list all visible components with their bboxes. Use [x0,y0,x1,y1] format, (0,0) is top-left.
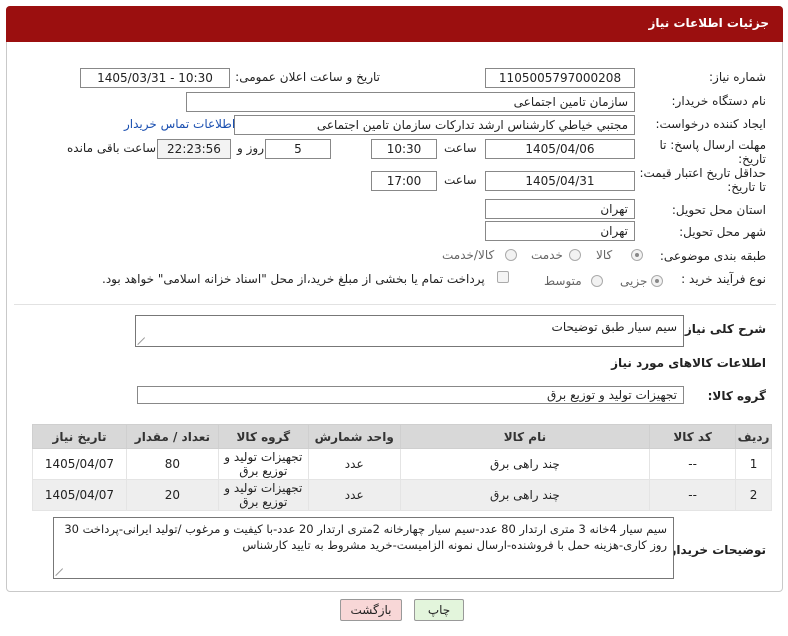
col-row-number: ردیف [735,424,772,449]
goods-group-field: تجهیزات تولید و توزیع برق [137,386,684,404]
days-label: روز و [237,141,264,155]
announce-date-field: 1405/03/31 - 10:30 [80,68,230,88]
deadline-time-field: 10:30 [371,139,437,159]
category-goods-radio[interactable] [631,249,643,261]
back-button[interactable]: بازگشت [340,599,402,621]
print-button[interactable]: چاپ [414,599,464,621]
treasury-payment-checkbox[interactable] [497,271,509,283]
table-row: 2 -- چند راهی برق عدد تجهیزات تولید و توز… [32,479,772,511]
price-validity-label: حداقل تاریخ اعتبار قیمت: [639,166,766,180]
province-label: استان محل تحویل: [671,203,766,217]
category-goods-label: کالا [596,248,613,262]
item-need-date: 1405/04/07 [32,479,127,511]
city-label: شهر محل تحویل: [679,225,766,239]
table-row: 1 -- چند راهی برق عدد تجهیزات تولید و توز… [32,448,772,480]
summary-label: شرح کلی نیاز: [680,322,766,336]
item-name: چند راهی برق [399,448,651,480]
panel-title: جزئیات اطلاعات نیاز [648,16,769,30]
creator-label: ایجاد کننده درخواست: [655,117,766,131]
category-both-radio[interactable] [505,249,517,261]
col-item-code: کد کالا [649,424,737,449]
category-service-radio[interactable] [569,249,581,261]
days-remaining-field: 5 [265,139,331,159]
col-item-group: گروه کالا [217,424,309,449]
goods-table: ردیف کد کالا نام کالا واحد شمارش گروه کا… [32,424,772,511]
panel-header: جزئیات اطلاعات نیاز [6,6,783,42]
item-unit: عدد [307,448,401,480]
process-medium-label: متوسط [544,274,582,288]
row-number: 2 [735,479,772,511]
summary-field: سیم سیار طبق توضیحات [135,315,684,347]
buyer-notes-line2: روز کاری-هزینه حمل با فروشنده-ارسال نمون… [242,538,667,552]
remaining-time-label: ساعت باقی مانده [67,141,157,155]
item-quantity: 20 [125,479,219,511]
item-code: -- [649,448,737,480]
announce-date-label: تاریخ و ساعت اعلان عمومی: [235,70,380,84]
province-field: تهران [485,199,635,219]
treasury-payment-note: پرداخت تمام یا بخشی از مبلغ خرید،از محل … [102,272,485,286]
item-quantity: 80 [125,448,219,480]
item-group: تجهیزات تولید و توزیع برق [217,479,309,511]
col-quantity: تعداد / مقدار [125,424,219,449]
item-group-line1: تجهیزات تولید و [224,450,303,464]
item-group-line1: تجهیزات تولید و [224,481,303,495]
col-item-name: نام کالا [399,424,651,449]
need-number-field: 1105005797000208 [485,68,635,88]
buyer-org-label: نام دستگاه خریدار: [671,94,767,108]
need-number-label: شماره نیاز: [709,70,766,84]
buyer-notes-field: سیم سیار 4خانه 3 متری ارتدار 80 عدد-سیم … [53,517,674,579]
remaining-time-field: 22:23:56 [157,139,231,159]
city-field: تهران [485,221,635,241]
category-both-label: کالا/خدمت [442,248,495,262]
creator-field: مجتبي خياطي كارشناس ارشد تداركات سازمان … [234,115,635,135]
goods-section-title: اطلاعات کالاهای مورد نیاز [611,356,766,370]
buyer-notes-label: توضیحات خریدار: [664,543,766,557]
summary-text: سیم سیار طبق توضیحات [551,320,677,334]
category-service-label: خدمت [531,248,563,262]
item-group: تجهیزات تولید و توزیع برق [217,448,309,480]
buyer-contact-link[interactable]: اطلاعات تماس خریدار [124,117,235,131]
price-validity-time-label: ساعت [444,173,477,187]
deadline-label-2: تاریخ: [738,152,766,166]
resize-handle-icon[interactable] [56,568,64,576]
category-label: طبقه بندی موضوعی: [659,249,766,263]
item-need-date: 1405/04/07 [32,448,127,480]
deadline-date-field: 1405/04/06 [485,139,635,159]
buyer-org-field: سازمان تامین اجتماعی [186,92,635,112]
col-need-date: تاریخ نیاز [32,424,127,449]
table-header-row: ردیف کد کالا نام کالا واحد شمارش گروه کا… [32,424,772,449]
row-number: 1 [735,448,772,480]
price-validity-date-field: 1405/04/31 [485,171,635,191]
process-medium-radio[interactable] [591,275,603,287]
process-type-label: نوع فرآیند خرید : [681,272,766,286]
price-validity-label-2: تا تاریخ: [727,180,766,194]
deadline-time-label: ساعت [444,141,477,155]
buyer-notes-line1: سیم سیار 4خانه 3 متری ارتدار 80 عدد-سیم … [64,522,667,536]
goods-group-label: گروه کالا: [707,389,766,403]
item-group-line2: توزیع برق [239,464,288,478]
divider [14,304,776,305]
process-partial-label: جزیی [620,274,648,288]
deadline-label: مهلت ارسال پاسخ: تا [659,138,766,152]
price-validity-time-field: 17:00 [371,171,437,191]
item-group-line2: توزیع برق [239,495,288,509]
item-unit: عدد [307,479,401,511]
resize-handle-icon[interactable] [138,337,146,345]
item-name: چند راهی برق [399,479,651,511]
process-partial-radio[interactable] [651,275,663,287]
col-unit: واحد شمارش [307,424,401,449]
item-code: -- [649,479,737,511]
